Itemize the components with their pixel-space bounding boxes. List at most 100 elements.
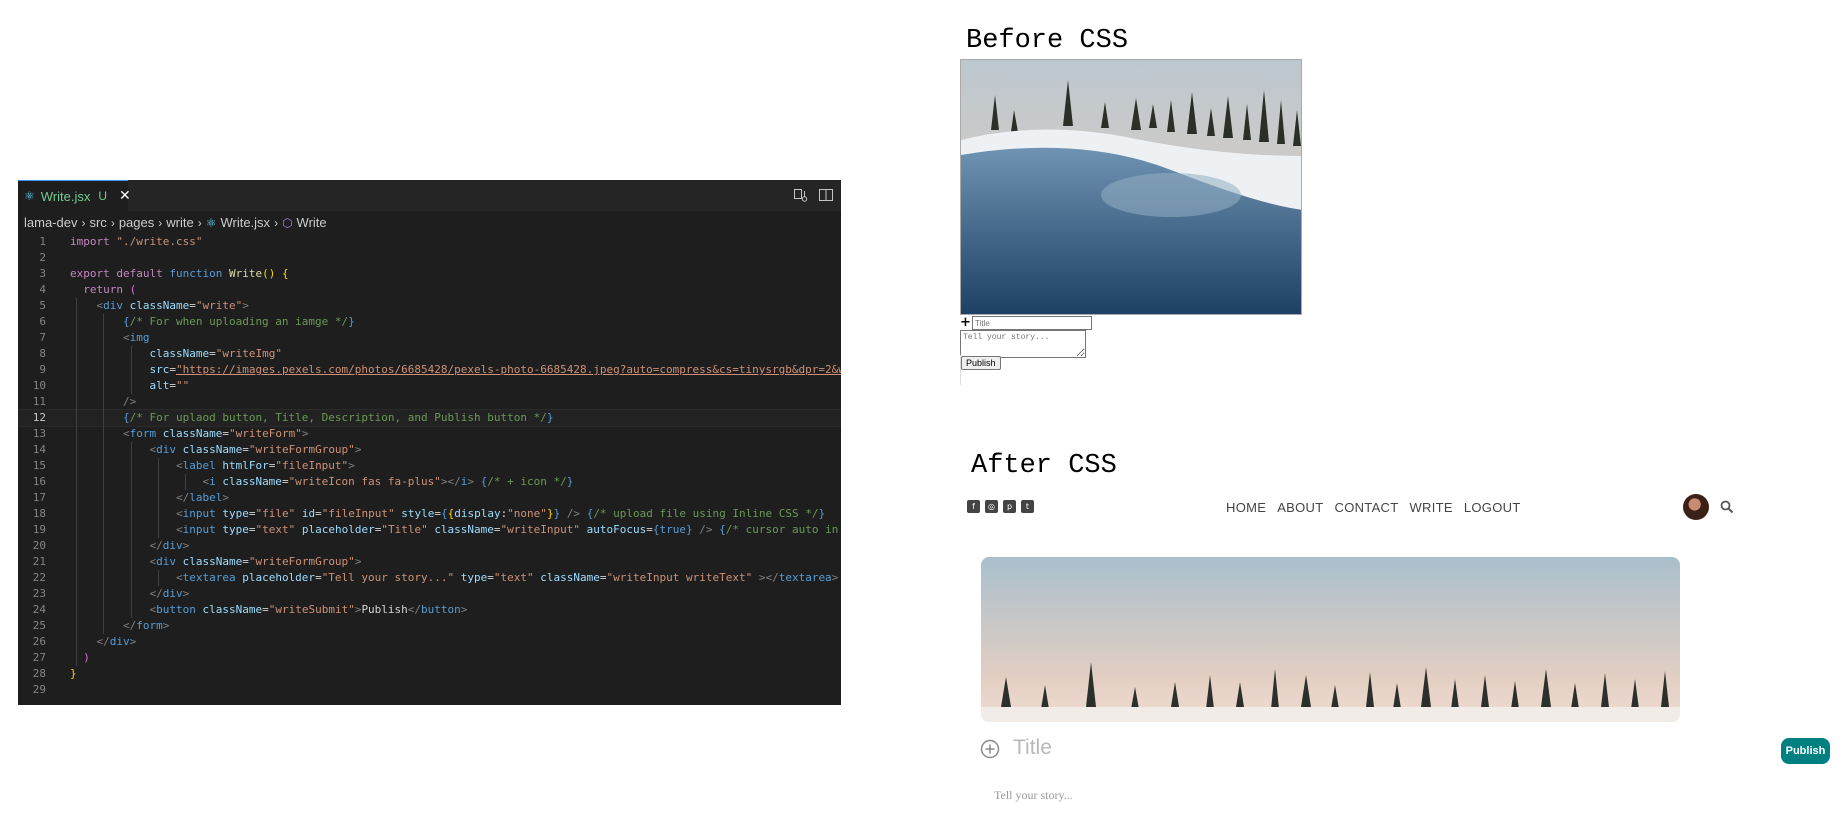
code-token: < <box>175 523 183 536</box>
code-line[interactable]: 18 <input type="file" id="fileInput" sty… <box>18 506 841 522</box>
code-token: textarea <box>778 571 832 584</box>
code-token: autoFocus <box>586 523 647 536</box>
breadcrumb-item[interactable]: src <box>89 215 106 230</box>
code-line[interactable]: 3 export default function Write() { <box>18 266 841 282</box>
menu-item-logout[interactable]: LOGOUT <box>1464 500 1521 515</box>
instagram-square-icon[interactable]: ◎ <box>985 500 998 513</box>
code-text: className="writeImg" <box>70 346 281 362</box>
code-line[interactable]: 2 <box>18 250 841 266</box>
code-line[interactable]: 25 </form> <box>18 618 841 634</box>
breadcrumb-item[interactable]: Write <box>297 215 327 230</box>
after-header-image <box>981 557 1680 722</box>
code-line[interactable]: 28} <box>18 666 841 682</box>
before-title-input[interactable] <box>972 316 1092 330</box>
code-line[interactable]: 1 import "./write.css" <box>18 234 841 250</box>
menu-item-home[interactable]: HOME <box>1226 500 1266 515</box>
code-line[interactable]: 22 <textarea placeholder="Tell your stor… <box>18 570 841 586</box>
code-editor[interactable]: ⚛ Write.jsx U ✕ lama-dev › src › pages ›… <box>18 180 841 705</box>
line-number: 22 <box>32 571 46 584</box>
breadcrumb-item[interactable]: lama-dev <box>24 215 77 230</box>
menu-item-about[interactable]: ABOUT <box>1277 500 1323 515</box>
code-line[interactable]: 17 </label> <box>18 490 841 506</box>
code-token: ></ <box>440 475 461 488</box>
code-token: ></ <box>758 571 779 584</box>
code-token: /* + icon */ <box>487 475 567 488</box>
pinterest-square-icon[interactable]: p <box>1003 500 1016 513</box>
code-line[interactable]: 5 <div className="write"> <box>18 298 841 314</box>
code-text: import "./write.css" <box>70 234 202 250</box>
after-publish-button[interactable]: Publish <box>1781 738 1830 764</box>
code-line[interactable]: 11 /> <box>18 394 841 410</box>
code-line[interactable]: 15 <label htmlFor="fileInput"> <box>18 458 841 474</box>
line-number: 15 <box>32 459 46 472</box>
code-token: = <box>222 427 229 440</box>
chevron-right-icon: › <box>274 215 279 230</box>
code-line[interactable]: 9 src="https://images.pexels.com/photos/… <box>18 362 841 378</box>
code-line[interactable]: 10 alt="" <box>18 378 841 394</box>
code-line[interactable]: 20 </div> <box>18 538 841 554</box>
tab-write-jsx[interactable]: ⚛ Write.jsx U ✕ <box>18 180 131 211</box>
split-editor-icon[interactable] <box>818 187 834 203</box>
code-token: "writeFormGroup" <box>248 443 355 456</box>
open-changes-icon[interactable] <box>793 187 809 203</box>
twitter-square-icon[interactable]: t <box>1021 500 1034 513</box>
code-line[interactable]: 7 <img <box>18 330 841 346</box>
breadcrumb: lama-dev › src › pages › write › ⚛ Write… <box>18 211 841 234</box>
code-token: div <box>156 555 176 568</box>
code-token: = <box>487 571 494 584</box>
code-text: export default function Write() { <box>70 266 289 282</box>
code-token: "writeForm" <box>228 427 302 440</box>
add-image-icon[interactable] <box>980 739 1000 759</box>
code-token: src <box>149 363 170 376</box>
chevron-right-icon: › <box>110 215 115 230</box>
before-story-textarea[interactable] <box>960 330 1086 358</box>
code-text: src="https://images.pexels.com/photos/66… <box>70 362 841 378</box>
code-line[interactable]: 21 <div className="writeFormGroup"> <box>18 554 841 570</box>
symbol-cube-icon: ⬡ <box>282 215 293 230</box>
close-icon[interactable]: ✕ <box>119 188 131 204</box>
breadcrumb-item[interactable]: Write.jsx <box>220 215 270 230</box>
code-line[interactable]: 19 <input type = "text" placeholder = "Title… <box>18 522 841 538</box>
code-line[interactable]: 26 </div> <box>18 634 841 650</box>
avatar[interactable] <box>1683 494 1709 520</box>
react-file-icon: ⚛ <box>24 189 35 203</box>
code-token: { <box>122 315 130 328</box>
menu-item-contact[interactable]: CONTACT <box>1335 500 1399 515</box>
code-line[interactable]: 12 {/* For uplaod button, Title, Descrip… <box>18 409 841 427</box>
code-line[interactable]: 13 <form className="writeForm"> <box>18 426 841 442</box>
chevron-right-icon: › <box>81 215 86 230</box>
code-token: placeholder <box>301 523 375 536</box>
code-line[interactable]: 16 <i className="writeIcon fas fa-plus">… <box>18 474 841 490</box>
line-number: 11 <box>32 395 46 408</box>
code-line[interactable]: 14 <div className="writeFormGroup"> <box>18 442 841 458</box>
search-icon[interactable] <box>1720 500 1734 514</box>
code-line[interactable]: 29 <box>18 682 841 698</box>
code-line[interactable]: 24 <button className="writeSubmit">Publi… <box>18 602 841 618</box>
code-text: {/* For when uploading an iamge */} <box>70 314 355 330</box>
menu-item-write[interactable]: WRITE <box>1409 500 1452 515</box>
after-title-input[interactable]: Title <box>1013 736 1052 760</box>
before-publish-button[interactable]: Publish <box>961 356 1001 370</box>
code-token: </ <box>175 491 190 504</box>
line-number: 29 <box>32 683 46 696</box>
code-line[interactable]: 23 </div> <box>18 586 841 602</box>
breadcrumb-item[interactable]: write <box>166 215 193 230</box>
code-token: Publish <box>361 603 408 616</box>
breadcrumb-item[interactable]: pages <box>119 215 154 230</box>
chevron-right-icon: › <box>158 215 163 230</box>
plus-icon[interactable]: + <box>960 315 971 330</box>
after-story-textarea[interactable]: Tell your story... <box>994 788 1073 803</box>
code-line[interactable]: 4 return ( <box>18 282 841 298</box>
code-line[interactable]: 6 {/* For when uploading an iamge */} <box>18 314 841 330</box>
code-area[interactable]: 1 import "./write.css" 2 3 export default fu… <box>18 234 841 698</box>
line-number: 17 <box>32 491 46 504</box>
code-line[interactable]: 8 className="writeImg" <box>18 346 841 362</box>
facebook-square-icon[interactable]: f <box>967 500 980 513</box>
code-line[interactable]: 27 ) <box>18 650 841 666</box>
code-token: "fileInput" <box>321 507 395 520</box>
code-token: > <box>182 587 190 600</box>
